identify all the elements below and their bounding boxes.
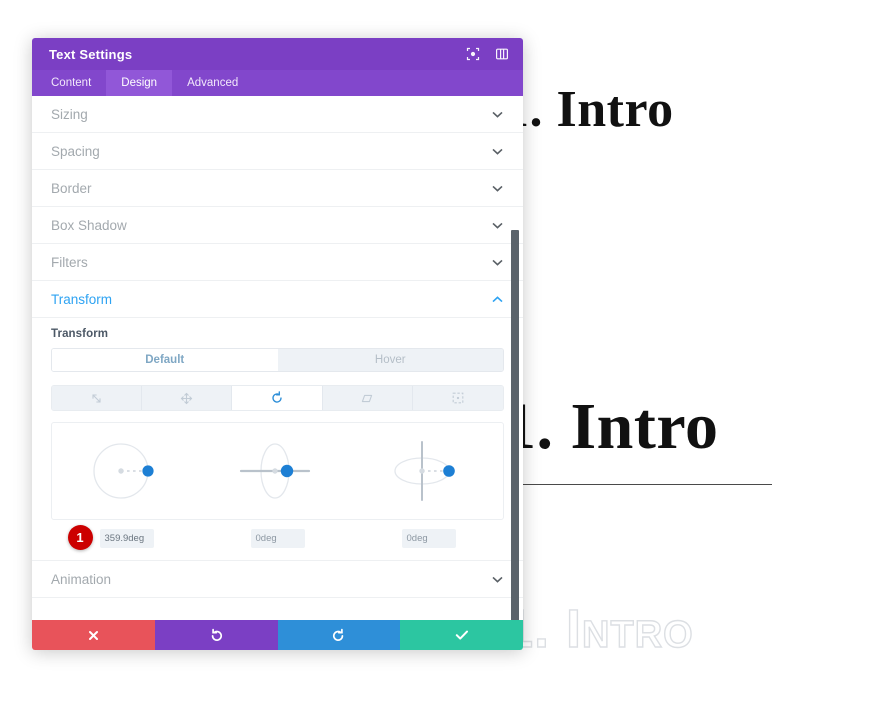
section-transform-label: Transform [51, 291, 113, 307]
section-spacing-label: Spacing [51, 143, 100, 159]
rotate-x-input[interactable]: 0deg [401, 529, 456, 548]
settings-scroll-area: Sizing Spacing Border Box Shadow Filters… [32, 96, 523, 620]
modal-header: Text Settings [32, 38, 523, 70]
chevron-down-icon [491, 573, 503, 585]
chevron-down-icon [491, 256, 503, 268]
rotate-x-dial[interactable] [368, 431, 488, 511]
tab-design[interactable]: Design [106, 70, 173, 96]
modal-scrollbar[interactable] [509, 96, 521, 620]
fullscreen-icon[interactable] [465, 47, 480, 62]
tab-advanced[interactable]: Advanced [172, 70, 253, 96]
rotate-x-cell: 0deg [369, 529, 489, 548]
modal-header-actions [465, 47, 509, 62]
translate-icon[interactable] [142, 386, 233, 410]
rotate-z-cell: 359.9deg 1 [67, 525, 187, 550]
section-sizing[interactable]: Sizing [32, 96, 523, 133]
rotate-y-input[interactable]: 0deg [250, 529, 305, 548]
state-default-label: Default [145, 354, 185, 366]
modal-footer [32, 620, 523, 650]
chevron-down-icon [491, 219, 503, 231]
page-heading-intro-large: 1. Intro [503, 390, 719, 463]
section-spacing[interactable]: Spacing [32, 133, 523, 170]
section-filters-label: Filters [51, 254, 88, 270]
modal-title: Text Settings [49, 46, 133, 62]
transform-type-tabs [51, 385, 504, 411]
section-box-shadow-label: Box Shadow [51, 217, 127, 233]
section-filters[interactable]: Filters [32, 244, 523, 281]
rotate-z-dial[interactable] [67, 431, 187, 511]
section-box-shadow[interactable]: Box Shadow [32, 207, 523, 244]
section-animation[interactable]: Animation [32, 561, 523, 598]
section-sizing-label: Sizing [51, 106, 88, 122]
modal-body: Sizing Spacing Border Box Shadow Filters… [32, 96, 523, 620]
section-border[interactable]: Border [32, 170, 523, 207]
page-heading-intro-small: 1. Intro [503, 81, 674, 138]
scale-icon[interactable] [52, 386, 143, 410]
chevron-down-icon [491, 108, 503, 120]
layout-toggle-icon[interactable] [494, 47, 509, 62]
transform-field-label: Transform [51, 328, 109, 340]
tab-content[interactable]: Content [36, 70, 106, 96]
rotation-value-row: 359.9deg 1 0deg 0deg [51, 525, 504, 550]
chevron-down-icon [491, 145, 503, 157]
text-settings-modal: Text Settings Content Design Advanced Si… [32, 38, 523, 650]
modal-tabs: Content Design Advanced [32, 70, 523, 96]
redo-button[interactable] [277, 620, 401, 650]
tab-content-label: Content [51, 77, 92, 89]
chevron-up-icon [491, 293, 503, 305]
rotation-dial-stage [51, 422, 504, 520]
tab-advanced-label: Advanced [187, 77, 239, 89]
page-heading-intro-outline: 1. Intro [502, 598, 694, 659]
origin-icon[interactable] [412, 386, 503, 410]
annotation-badge-1: 1 [67, 525, 93, 550]
state-hover-button[interactable]: Hover [277, 349, 503, 371]
modal-scrollbar-thumb[interactable] [511, 230, 519, 620]
page-divider [503, 484, 772, 485]
section-border-label: Border [51, 180, 92, 196]
rotate-z-input[interactable]: 359.9deg [99, 529, 154, 548]
tab-design-label: Design [121, 77, 158, 89]
skew-icon[interactable] [322, 386, 413, 410]
transform-state-toggle: Default Hover [51, 348, 504, 372]
rotate-y-cell: 0deg [218, 529, 338, 548]
section-animation-label: Animation [51, 571, 112, 587]
save-button[interactable] [400, 620, 523, 650]
state-default-button[interactable]: Default [52, 349, 278, 371]
rotate-y-dial[interactable] [217, 431, 337, 511]
undo-button[interactable] [154, 620, 278, 650]
rotate-icon[interactable] [232, 386, 323, 410]
state-hover-label: Hover [374, 354, 406, 366]
section-transform[interactable]: Transform [32, 281, 523, 318]
cancel-button[interactable] [32, 620, 155, 650]
chevron-down-icon [491, 182, 503, 194]
transform-panel: Transform Default Hover 359.9deg 1 0deg … [32, 318, 523, 561]
